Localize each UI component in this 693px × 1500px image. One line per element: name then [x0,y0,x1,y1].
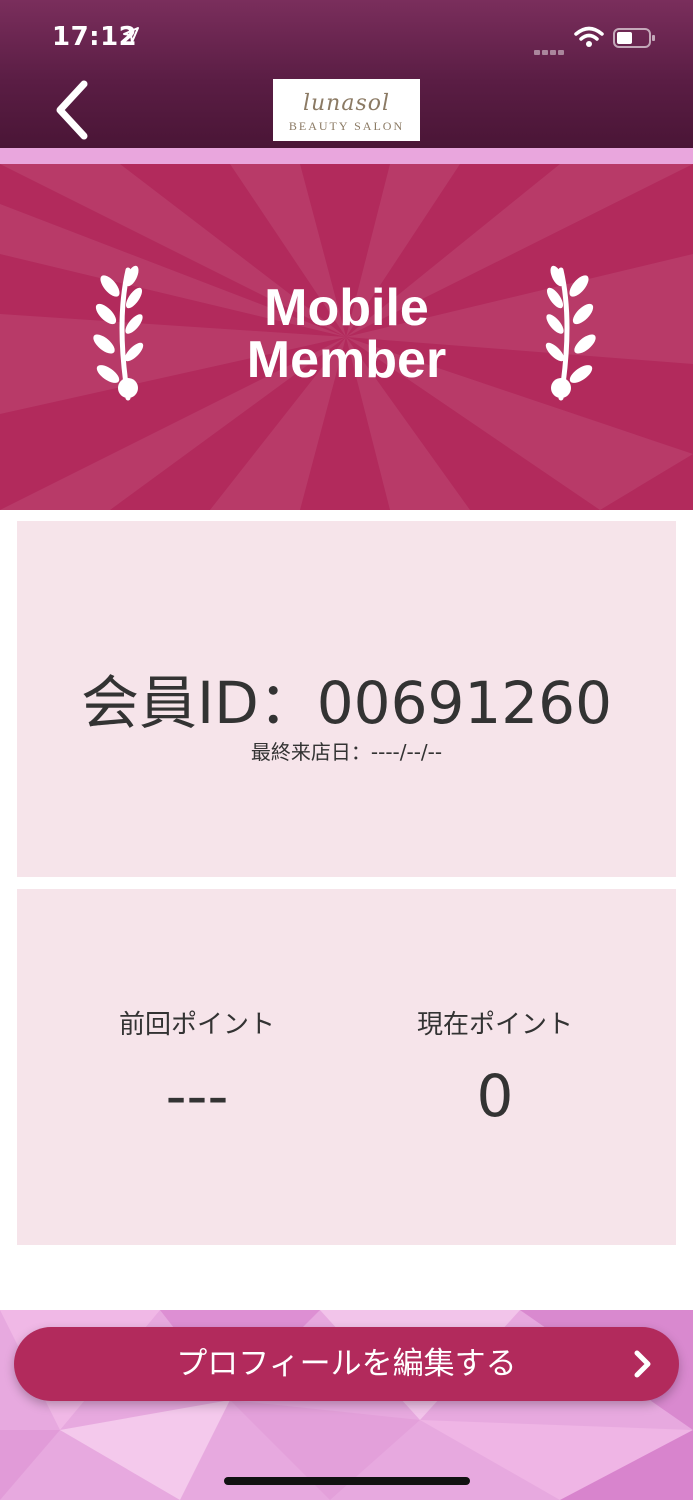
previous-points-label: 前回ポイント [118,1010,275,1040]
current-points-value: 0 [476,1062,514,1130]
current-points-label: 現在ポイント [416,1010,573,1040]
wifi-icon [574,26,604,47]
home-indicator[interactable] [224,1477,470,1485]
location-arrow-icon [123,27,139,43]
app-header: 17:12 lunasol BEAUTY SALON [0,0,693,148]
last-visit-date: 最終来店日：----/--/-- [250,740,443,764]
status-bar: 17:12 [0,0,693,70]
banner-title: Mobile Member [0,282,693,386]
edit-profile-button[interactable]: プロフィールを編集する [14,1327,679,1401]
battery-icon [613,28,655,48]
mobile-member-banner: Mobile Member [0,164,693,510]
banner-title-line1: Mobile [264,279,429,337]
member-id-text: 会員ID：00691260 [81,669,612,737]
salon-logo: lunasol BEAUTY SALON [273,79,420,141]
previous-points-value: --- [165,1062,229,1130]
header-pattern-strip [0,148,693,164]
chevron-right-icon [634,1350,651,1378]
edit-profile-label: プロフィールを編集する [176,1346,517,1382]
back-chevron-icon[interactable] [50,78,94,142]
logo-script-text: lunasol [302,91,391,116]
logo-subtitle: BEAUTY SALON [288,119,405,133]
banner-title-line2: Member [246,331,447,389]
cellular-signal-icon [534,40,566,55]
